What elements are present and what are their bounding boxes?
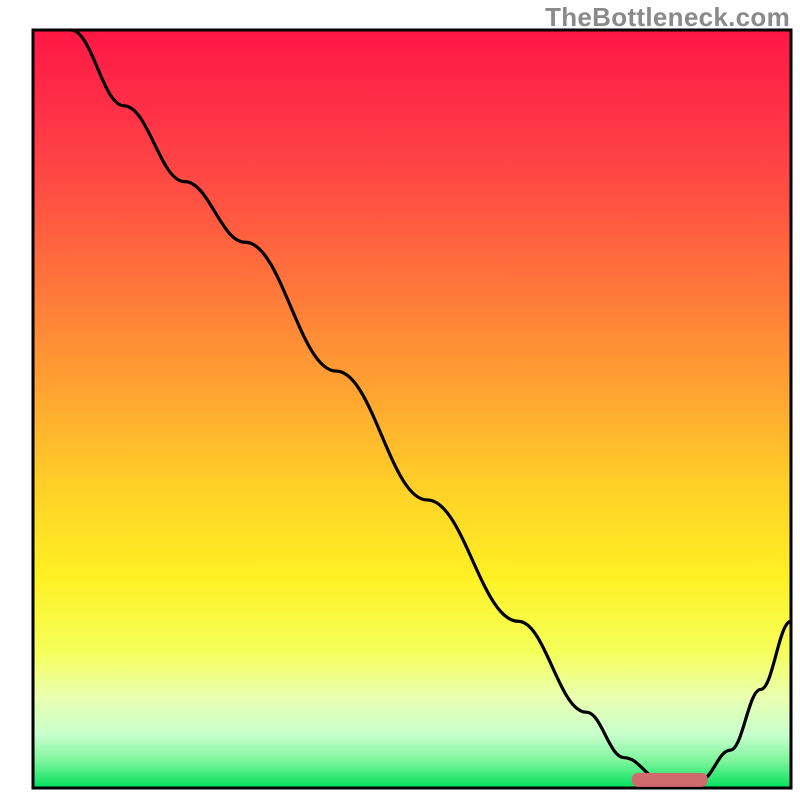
optimum-marker <box>632 773 708 787</box>
chart-container: TheBottleneck.com <box>0 0 800 800</box>
watermark-text: TheBottleneck.com <box>545 2 790 33</box>
bottleneck-chart <box>0 0 800 800</box>
plot-background <box>33 30 791 788</box>
